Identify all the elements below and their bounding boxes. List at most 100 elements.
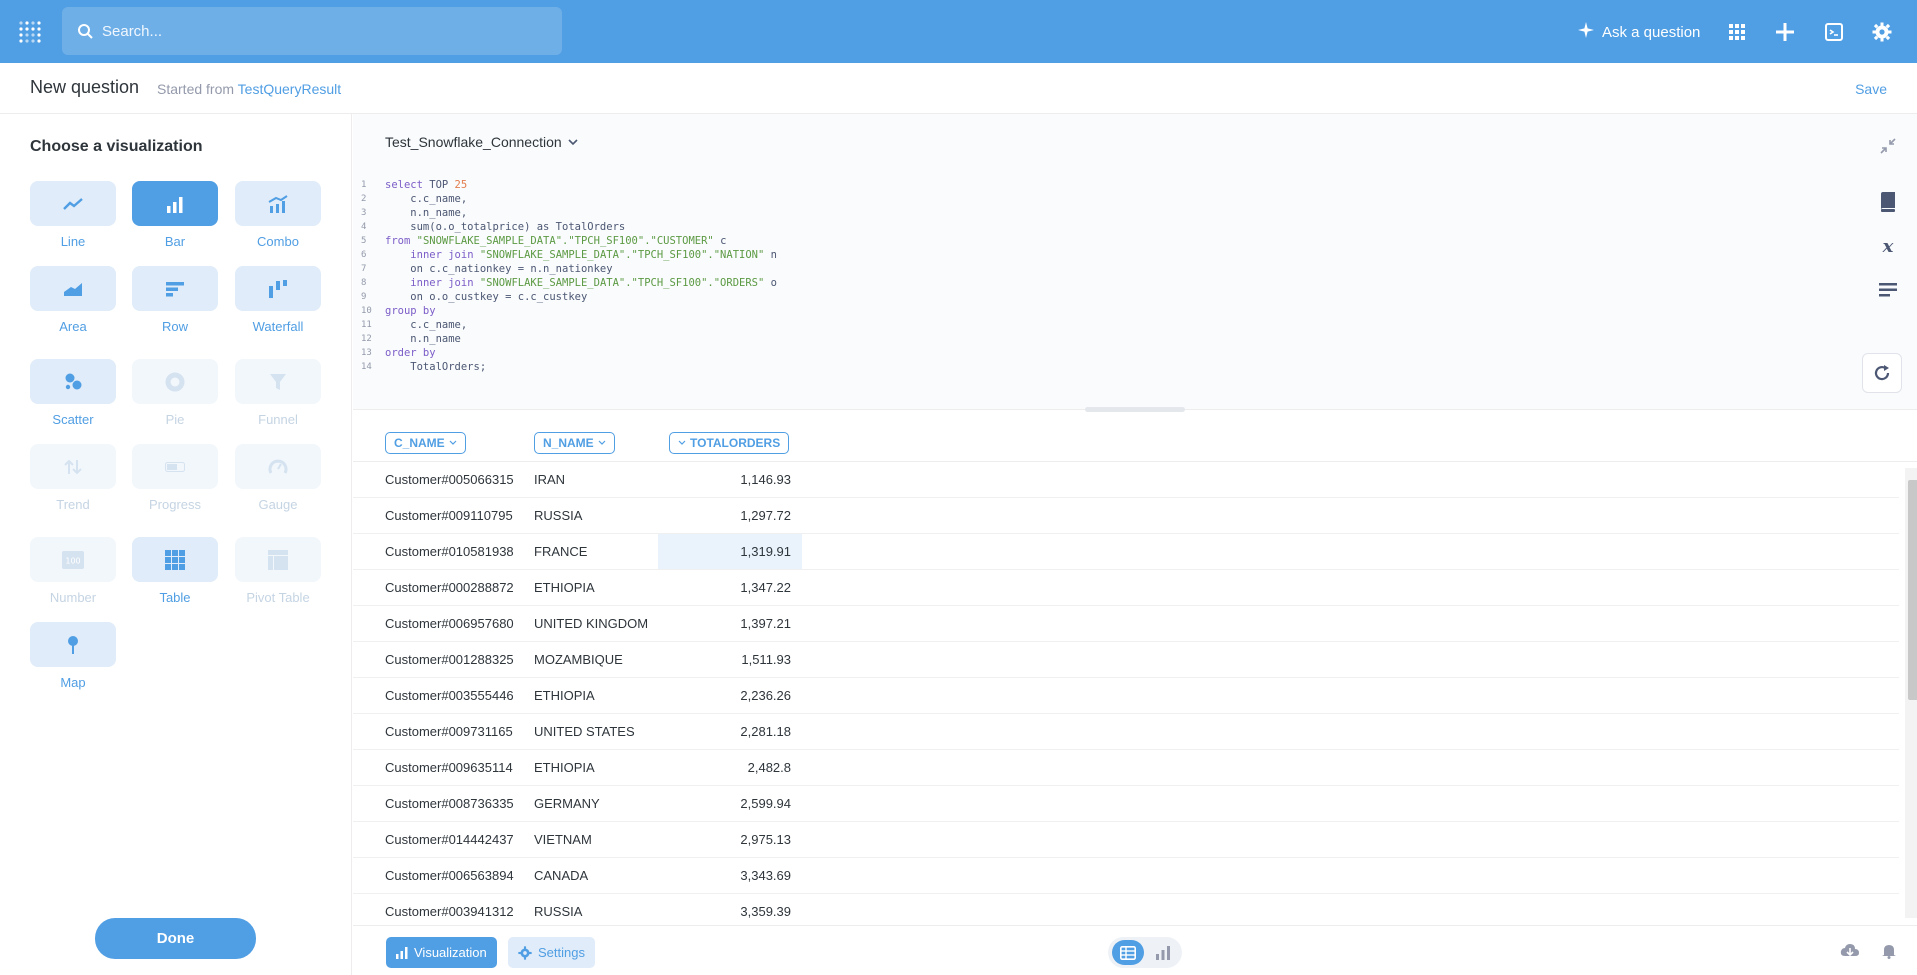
cell-c-name[interactable]: Customer#008736335 [385,796,514,811]
cell-c-name[interactable]: Customer#009110795 [385,508,513,523]
cell-c-name[interactable]: Customer#009731165 [385,724,513,739]
cell-n-name[interactable]: RUSSIA [534,508,582,523]
save-button[interactable]: Save [1855,81,1887,97]
cell-n-name[interactable]: RUSSIA [534,904,582,919]
table-row[interactable]: Customer#009635114 ETHIOPIA 2,482.8 [353,750,1899,786]
cell-totalorders[interactable]: 1,146.93 [671,472,791,487]
metabase-logo-icon[interactable] [18,20,44,44]
table-view-toggle[interactable] [1112,940,1144,965]
cell-totalorders[interactable]: 1,397.21 [671,616,791,631]
code-line[interactable]: 6 inner join "SNOWFLAKE_SAMPLE_DATA"."TP… [353,248,777,262]
code-line[interactable]: 11 c.c_name, [353,318,777,332]
cell-c-name[interactable]: Customer#006563894 [385,868,514,883]
cell-totalorders[interactable]: 3,359.39 [671,904,791,919]
cell-totalorders[interactable]: 1,319.91 [671,544,791,559]
variables-icon[interactable]: x [1874,232,1902,260]
code-line[interactable]: 8 inner join "SNOWFLAKE_SAMPLE_DATA"."TP… [353,276,777,290]
snippets-icon[interactable] [1874,276,1902,304]
code-line[interactable]: 7 on c.c_nationkey = n.n_nationkey [353,262,777,276]
cell-totalorders[interactable]: 1,511.93 [671,652,791,667]
cell-n-name[interactable]: VIETNAM [534,832,592,847]
table-row[interactable]: Customer#009731165 UNITED STATES 2,281.18 [353,714,1899,750]
plus-icon[interactable] [1773,20,1797,44]
column-header-c-name[interactable]: C_NAME [385,432,466,454]
code-line[interactable]: 5 from "SNOWFLAKE_SAMPLE_DATA"."TPCH_SF10… [353,234,777,248]
cell-c-name[interactable]: Customer#010581938 [385,544,514,559]
chart-view-toggle[interactable] [1148,940,1178,965]
cell-totalorders[interactable]: 2,281.18 [671,724,791,739]
table-row[interactable]: Customer#003555446 ETHIOPIA 2,236.26 [353,678,1899,714]
code-line[interactable]: 10 group by [353,304,777,318]
table-scrollbar-thumb[interactable] [1908,480,1917,700]
code-line[interactable]: 14 TotalOrders; [353,360,777,374]
cell-totalorders[interactable]: 1,297.72 [671,508,791,523]
download-icon[interactable] [1840,943,1860,964]
gear-icon[interactable] [1870,20,1894,44]
cell-c-name[interactable]: Customer#005066315 [385,472,514,487]
search-placeholder[interactable]: Search... [102,23,162,40]
cell-totalorders[interactable]: 2,482.8 [671,760,791,775]
cell-c-name[interactable]: Customer#014442437 [385,832,514,847]
cell-c-name[interactable]: Customer#003555446 [385,688,514,703]
table-row[interactable]: Customer#014442437 VIETNAM 2,975.13 [353,822,1899,858]
table-row[interactable]: Customer#006563894 CANADA 3,343.69 [353,858,1899,894]
cell-n-name[interactable]: GERMANY [534,796,600,811]
done-button[interactable]: Done [95,918,256,959]
code-line[interactable]: 4 sum(o.o_totalprice) as TotalOrders [353,220,777,234]
visualization-button[interactable]: Visualization [386,937,497,968]
cell-n-name[interactable]: ETHIOPIA [534,580,595,595]
cell-n-name[interactable]: CANADA [534,868,588,883]
data-reference-icon[interactable] [1874,188,1902,216]
table-row[interactable]: Customer#009110795 RUSSIA 1,297.72 [353,498,1899,534]
question-title[interactable]: New question [30,77,139,98]
table-row[interactable]: Customer#006957680 UNITED KINGDOM 1,397.21 [353,606,1899,642]
code-line[interactable]: 13 order by [353,346,777,360]
code-line[interactable]: 1 select TOP 25 [353,178,777,192]
cell-totalorders[interactable]: 2,236.26 [671,688,791,703]
viz-waterfall[interactable]: Waterfall [235,266,321,334]
viz-row[interactable]: Row [132,266,218,334]
code-line[interactable]: 2 c.c_name, [353,192,777,206]
code-line[interactable]: 9 on o.o_custkey = c.c_custkey [353,290,777,304]
cell-c-name[interactable]: Customer#000288872 [385,580,514,595]
cell-n-name[interactable]: IRAN [534,472,565,487]
code-line[interactable]: 12 n.n_name [353,332,777,346]
viz-area[interactable]: Area [30,266,116,334]
apps-grid-icon[interactable] [1725,20,1749,44]
table-row[interactable]: Customer#000288872 ETHIOPIA 1,347.22 [353,570,1899,606]
cell-c-name[interactable]: Customer#009635114 [385,760,513,775]
search-bar[interactable]: Search... [62,7,562,55]
cell-c-name[interactable]: Customer#001288325 [385,652,514,667]
viz-combo[interactable]: Combo [235,181,321,249]
cell-totalorders[interactable]: 2,975.13 [671,832,791,847]
refresh-button[interactable] [1862,353,1902,393]
sql-editor-icon[interactable] [1822,20,1846,44]
viz-table[interactable]: Table [132,537,218,605]
viz-scatter[interactable]: Scatter [30,359,116,427]
cell-n-name[interactable]: FRANCE [534,544,587,559]
cell-n-name[interactable]: ETHIOPIA [534,688,595,703]
code-line[interactable]: 3 n.n_name, [353,206,777,220]
table-row[interactable]: Customer#005066315 IRAN 1,146.93 [353,462,1899,498]
cell-n-name[interactable]: ETHIOPIA [534,760,595,775]
viz-bar[interactable]: Bar [132,181,218,249]
cell-totalorders[interactable]: 1,347.22 [671,580,791,595]
cell-c-name[interactable]: Customer#003941312 [385,904,514,919]
cell-c-name[interactable]: Customer#006957680 [385,616,514,631]
table-row[interactable]: Customer#003941312 RUSSIA 3,359.39 [353,894,1899,925]
bell-icon[interactable] [1881,943,1897,964]
viz-line[interactable]: Line [30,181,116,249]
collapse-editor-icon[interactable] [1874,132,1902,160]
cell-n-name[interactable]: MOZAMBIQUE [534,652,623,667]
column-header-totalorders[interactable]: TOTALORDERS [669,432,790,454]
viz-map[interactable]: Map [30,622,116,690]
cell-totalorders[interactable]: 3,343.69 [671,868,791,883]
column-header-n-name[interactable]: N_NAME [534,432,615,454]
source-link[interactable]: TestQueryResult [238,81,341,97]
table-row[interactable]: Customer#008736335 GERMANY 2,599.94 [353,786,1899,822]
cell-n-name[interactable]: UNITED STATES [534,724,635,739]
settings-button[interactable]: Settings [508,937,595,968]
database-picker[interactable]: Test_Snowflake_Connection [385,134,578,150]
cell-n-name[interactable]: UNITED KINGDOM [534,616,648,631]
ask-question-button[interactable]: Ask a question [1578,20,1700,44]
